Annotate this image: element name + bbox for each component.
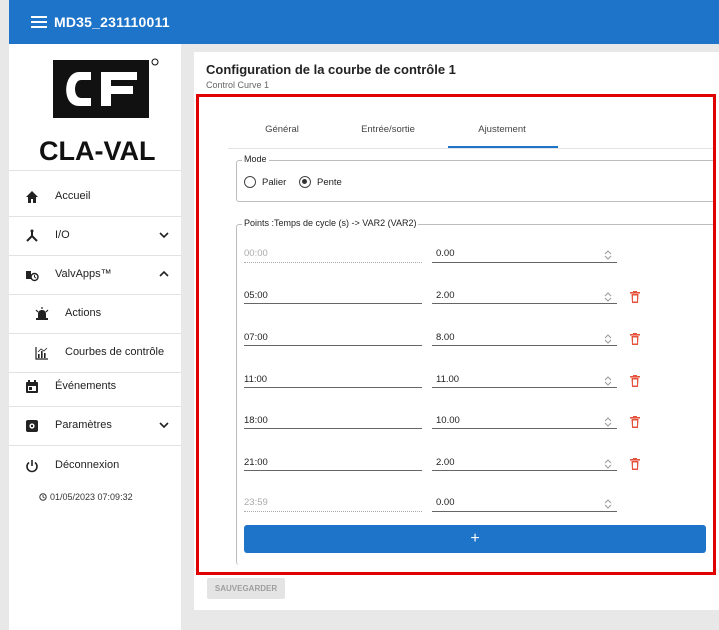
calendar-icon bbox=[26, 380, 38, 393]
sidebar-item-label: Déconnexion bbox=[55, 459, 120, 471]
sidebar-item-parametres[interactable]: Paramètres bbox=[9, 407, 181, 445]
io-icon bbox=[26, 229, 38, 242]
clock-icon bbox=[39, 493, 47, 501]
sidebar-item-valvapps[interactable]: ValvApps™ bbox=[9, 256, 181, 294]
datetime-text: 01/05/2023 07:09:32 bbox=[50, 492, 133, 502]
sidebar-item-label: Actions bbox=[65, 307, 102, 319]
sidebar-item-label: Événements bbox=[55, 380, 117, 392]
sidebar-item-actions[interactable]: Actions bbox=[9, 295, 181, 333]
valvapps-icon bbox=[26, 271, 39, 282]
sidebar-item-label: I/O bbox=[55, 229, 70, 241]
datetime: 01/05/2023 07:09:32 bbox=[39, 492, 133, 502]
sidebar-item-label: Paramètres bbox=[55, 419, 112, 431]
power-icon bbox=[26, 460, 38, 473]
chevron-up-icon bbox=[159, 270, 169, 277]
sidebar-item-label: Courbes de contrôle bbox=[65, 346, 165, 358]
sidebar-item-label: ValvApps™ bbox=[55, 268, 112, 280]
sidebar-item-label: Accueil bbox=[55, 190, 91, 202]
sidebar: CLA-VAL Accueil I/O ValvApps™ Actions Co… bbox=[9, 44, 181, 630]
alarm-icon bbox=[35, 307, 49, 320]
menu-icon[interactable] bbox=[31, 16, 47, 28]
settings-icon bbox=[26, 420, 38, 432]
save-button[interactable]: SAUVEGARDER bbox=[207, 578, 285, 599]
highlight-box bbox=[196, 94, 716, 575]
app-bar: MD35_231110011 bbox=[9, 0, 719, 44]
chevron-down-icon bbox=[159, 422, 169, 429]
svg-text:CLA-VAL: CLA-VAL bbox=[39, 136, 155, 166]
chart-icon bbox=[35, 347, 48, 360]
sidebar-item-courbes[interactable]: Courbes de contrôle bbox=[9, 334, 181, 372]
page-subtitle: Control Curve 1 bbox=[206, 80, 270, 90]
sidebar-item-accueil[interactable]: Accueil bbox=[9, 178, 181, 216]
home-icon bbox=[26, 191, 38, 203]
chevron-down-icon bbox=[159, 232, 169, 239]
page-title: Configuration de la courbe de contrôle 1 bbox=[206, 62, 456, 77]
sidebar-item-io[interactable]: I/O bbox=[9, 217, 181, 255]
sidebar-item-evenements[interactable]: Événements bbox=[9, 368, 181, 406]
sidebar-item-deconnexion[interactable]: Déconnexion bbox=[9, 447, 181, 485]
app-title: MD35_231110011 bbox=[54, 14, 170, 30]
cla-val-logo: CLA-VAL bbox=[39, 58, 159, 166]
